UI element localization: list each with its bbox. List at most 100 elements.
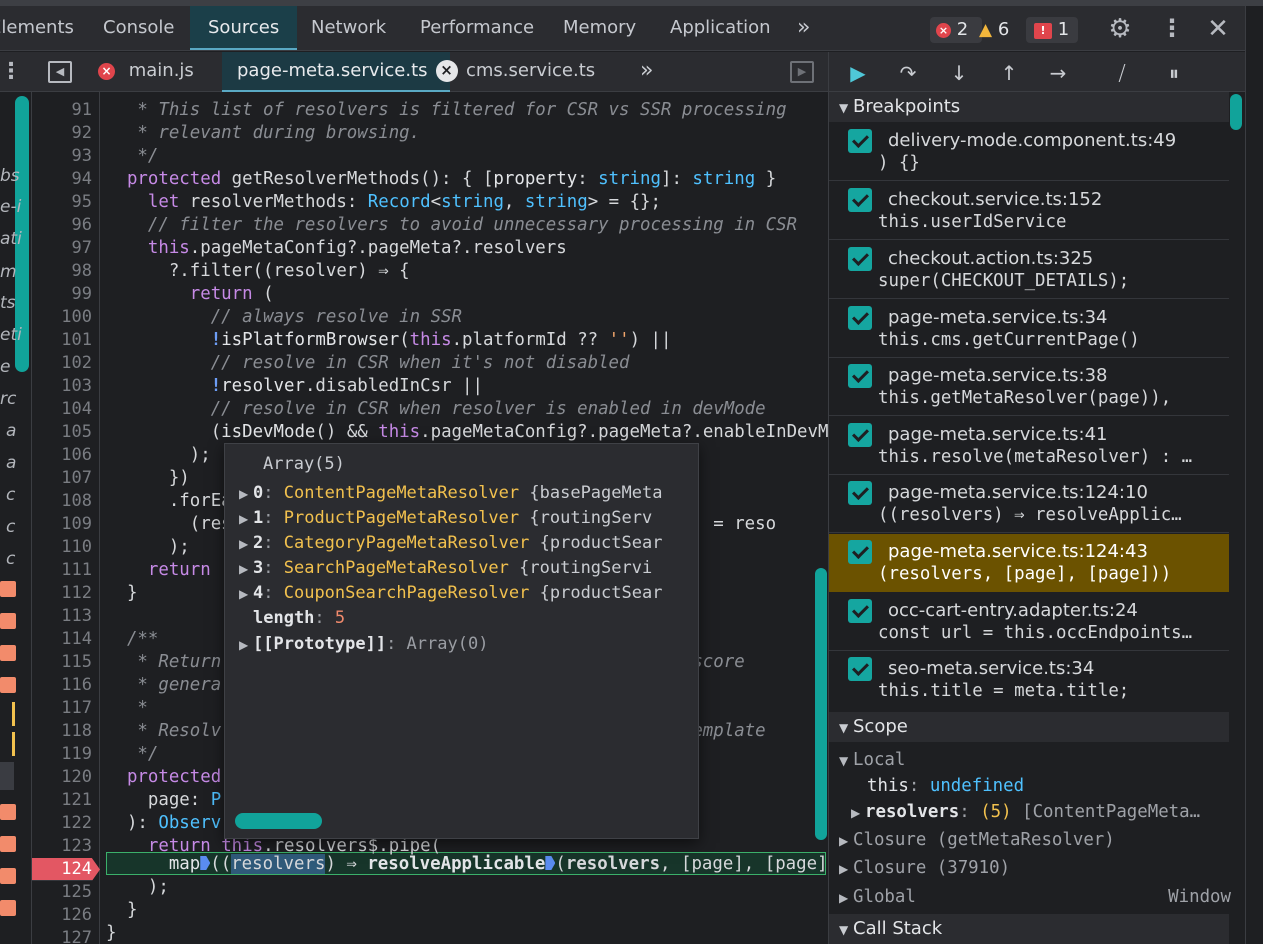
breakpoint-checkbox[interactable] bbox=[848, 657, 872, 681]
folder-icon[interactable] bbox=[0, 900, 16, 916]
collapse-triangle-icon[interactable]: ▼ bbox=[839, 915, 853, 944]
folder-icon[interactable] bbox=[0, 836, 16, 852]
deactivate-breakpoints-icon[interactable]: ⧸ bbox=[1109, 60, 1135, 86]
collapse-triangle-icon[interactable]: ▼ bbox=[839, 93, 853, 123]
navigator-item[interactable]: eti bbox=[0, 325, 22, 345]
folder-icon[interactable] bbox=[0, 645, 16, 661]
inline-breakpoint-icon[interactable] bbox=[545, 856, 556, 870]
navigator-item[interactable]: m bbox=[0, 262, 17, 282]
navigator-item[interactable]: e-i bbox=[0, 197, 21, 217]
navigator-item[interactable]: c bbox=[6, 485, 15, 505]
file-tab-cms-service[interactable]: cms.service.ts bbox=[466, 52, 595, 92]
breakpoint-item-paused[interactable]: page-meta.service.ts:124:43 (resolvers, [… bbox=[829, 534, 1229, 592]
breakpoint-line-number[interactable]: 124 bbox=[32, 858, 100, 881]
navigator-item[interactable]: c bbox=[6, 549, 15, 569]
breakpoint-checkbox[interactable] bbox=[848, 306, 872, 330]
toggle-navigator-icon[interactable]: ◀ bbox=[48, 61, 72, 83]
line-number[interactable]: 111 bbox=[32, 559, 92, 582]
folder-icon[interactable] bbox=[0, 581, 16, 597]
step-over-icon[interactable]: ↷ bbox=[895, 60, 921, 86]
more-options-icon[interactable]: ⋮ bbox=[1160, 14, 1184, 42]
tab-performance[interactable]: Performance bbox=[420, 6, 534, 50]
line-number[interactable]: 92 bbox=[32, 122, 92, 145]
breakpoint-item[interactable]: delivery-mode.component.ts:49) {} bbox=[829, 123, 1229, 181]
line-number[interactable]: 110 bbox=[32, 536, 92, 559]
more-tabs-button[interactable]: » bbox=[797, 6, 810, 50]
line-number[interactable]: 93 bbox=[32, 145, 92, 168]
expand-triangle-icon[interactable]: ▶ bbox=[239, 512, 253, 526]
line-number[interactable]: 108 bbox=[32, 490, 92, 513]
line-number[interactable]: 120 bbox=[32, 766, 92, 789]
navigator-item[interactable]: bs bbox=[0, 166, 20, 186]
step-into-icon[interactable]: ↓ bbox=[946, 60, 972, 86]
step-icon[interactable]: → bbox=[1045, 60, 1071, 86]
line-number[interactable]: 118 bbox=[32, 720, 92, 743]
expand-triangle-icon[interactable]: ▶ bbox=[839, 834, 853, 848]
settings-gear-icon[interactable]: ⚙ bbox=[1106, 14, 1134, 44]
line-number[interactable]: 127 bbox=[32, 927, 92, 944]
file-tab-main-js[interactable]: × main.js bbox=[96, 52, 194, 92]
collapse-triangle-icon[interactable]: ▼ bbox=[839, 754, 853, 768]
line-number[interactable]: 109 bbox=[32, 513, 92, 536]
breakpoint-item[interactable]: page-meta.service.ts:34 this.cms.getCurre… bbox=[829, 300, 1229, 358]
line-number[interactable]: 113 bbox=[32, 605, 92, 628]
pause-on-exceptions-icon[interactable]: ⏸ bbox=[1161, 60, 1187, 86]
line-number[interactable]: 122 bbox=[32, 812, 92, 835]
navigator-item[interactable]: c bbox=[6, 517, 15, 537]
array-prototype-row[interactable]: ▶ [[Prototype]]: Array(0) bbox=[239, 634, 488, 658]
line-number[interactable]: 117 bbox=[32, 697, 92, 720]
line-number[interactable]: 126 bbox=[32, 904, 92, 927]
warning-count-badge[interactable]: ▲ 6 bbox=[974, 17, 1020, 43]
line-number[interactable]: 97 bbox=[32, 237, 92, 260]
expand-triangle-icon[interactable]: ▶ bbox=[839, 891, 853, 905]
line-number-gutter[interactable]: 91 92 93 94 95 96 97 98 99 100 101 102 103 104 105 106 1… bbox=[32, 92, 100, 944]
expand-triangle-icon[interactable]: ▶ bbox=[239, 638, 253, 652]
breakpoint-item[interactable]: checkout.action.ts:325 super(CHECKOUT_DET… bbox=[829, 241, 1229, 299]
line-number[interactable]: 114 bbox=[32, 628, 92, 651]
line-number[interactable]: 123 bbox=[32, 835, 92, 858]
line-number[interactable]: 95 bbox=[32, 191, 92, 214]
expand-triangle-icon[interactable]: ▶ bbox=[239, 537, 253, 551]
line-number[interactable]: 106 bbox=[32, 444, 92, 467]
navigator-item[interactable]: ati bbox=[0, 229, 22, 249]
issues-count-badge[interactable]: ! 1 bbox=[1026, 17, 1078, 43]
scope-section-header[interactable]: ▼ Scope bbox=[829, 712, 1229, 742]
navigator-item[interactable]: ts bbox=[0, 293, 16, 313]
collapse-triangle-icon[interactable]: ▼ bbox=[839, 713, 853, 743]
tab-sources[interactable]: Sources bbox=[190, 6, 298, 50]
tab-console[interactable]: Console bbox=[103, 6, 174, 50]
navigator-menu-icon[interactable]: ⋮ bbox=[0, 59, 22, 84]
line-number[interactable]: 94 bbox=[32, 168, 92, 191]
array-item-row[interactable]: ▶ 2: CategoryPageMetaResolver {productSea… bbox=[239, 533, 662, 557]
expand-triangle-icon[interactable]: ▶ bbox=[239, 587, 253, 601]
folder-icon[interactable] bbox=[0, 868, 16, 884]
folder-icon[interactable] bbox=[0, 804, 16, 820]
expand-triangle-icon[interactable]: ▶ bbox=[239, 487, 253, 501]
scope-closure[interactable]: ▶ Closure (getMetaResolver) bbox=[839, 830, 1231, 855]
array-item-row[interactable]: ▶ 3: SearchPageMetaResolver {routingServi bbox=[239, 558, 652, 582]
breakpoint-checkbox[interactable] bbox=[848, 364, 872, 388]
line-number[interactable]: 112 bbox=[32, 582, 92, 605]
breakpoint-item[interactable]: seo-meta.service.ts:34 this.title = meta.… bbox=[829, 651, 1229, 709]
line-number[interactable]: 104 bbox=[32, 398, 92, 421]
breakpoint-checkbox[interactable] bbox=[848, 599, 872, 623]
expand-triangle-icon[interactable]: ▶ bbox=[239, 562, 253, 576]
breakpoint-checkbox[interactable] bbox=[848, 188, 872, 212]
line-number[interactable]: 105 bbox=[32, 421, 92, 444]
scope-var-resolvers[interactable]: ▶ resolvers: (5) [ContentPageMeta… bbox=[851, 802, 1243, 827]
breakpoint-item[interactable]: page-meta.service.ts:41 this.resolve(meta… bbox=[829, 417, 1229, 475]
object-preview-popover[interactable]: Array(5) ▶ 0: ContentPageMetaResolver {ba… bbox=[224, 443, 699, 839]
line-number[interactable]: 107 bbox=[32, 467, 92, 490]
close-devtools-icon[interactable]: ✕ bbox=[1204, 14, 1232, 44]
breakpoint-item[interactable]: occ-cart-entry.adapter.ts:24 const url = … bbox=[829, 593, 1229, 651]
inline-breakpoint-icon[interactable] bbox=[200, 856, 211, 870]
line-number[interactable]: 121 bbox=[32, 789, 92, 812]
tab-memory[interactable]: Memory bbox=[563, 6, 636, 50]
breakpoint-item[interactable]: page-meta.service.ts:38 this.getMetaResol… bbox=[829, 358, 1229, 416]
editor-scrollbar[interactable] bbox=[815, 568, 827, 840]
file-tab-page-meta-service[interactable]: page-meta.service.ts × bbox=[222, 52, 458, 92]
breakpoint-checkbox[interactable] bbox=[848, 129, 872, 153]
navigator-item[interactable]: a bbox=[6, 421, 16, 441]
breakpoint-checkbox[interactable] bbox=[848, 247, 872, 271]
line-number[interactable]: 102 bbox=[32, 352, 92, 375]
